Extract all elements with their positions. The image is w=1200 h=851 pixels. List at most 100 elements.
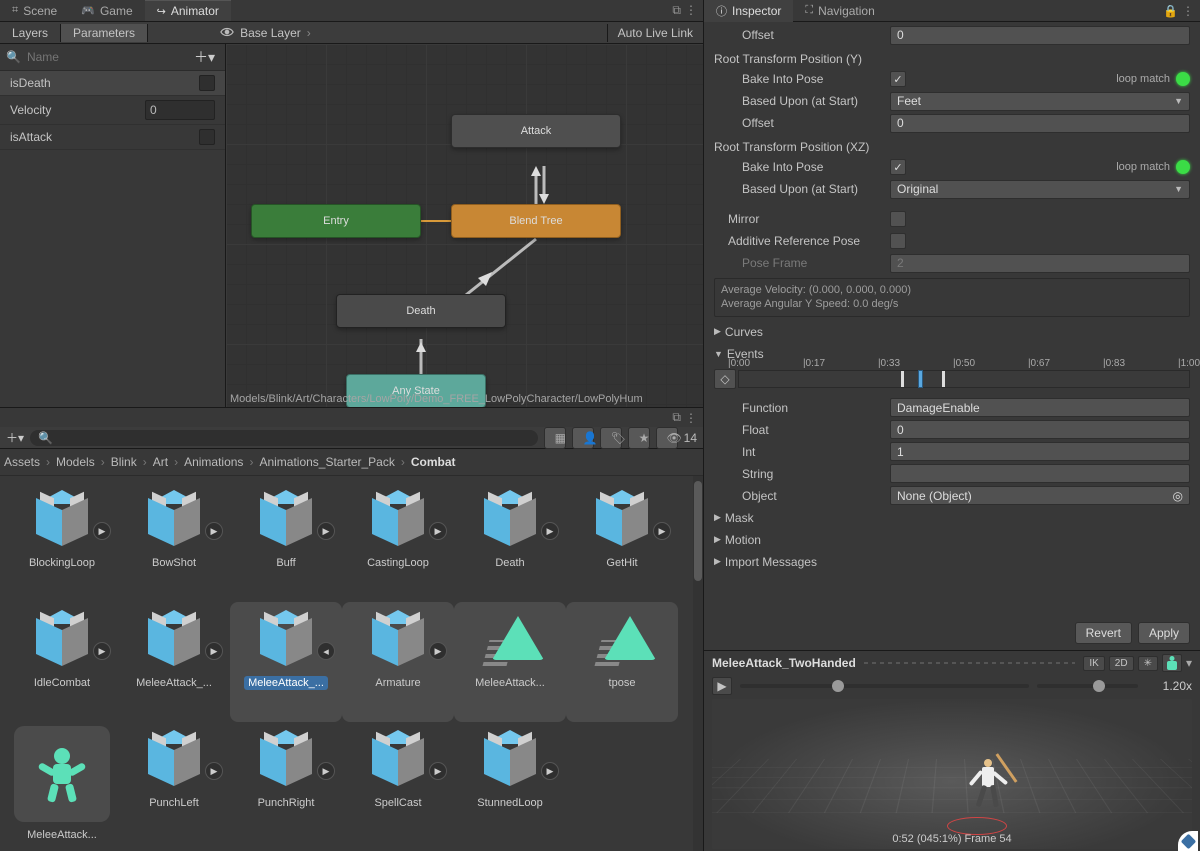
additive-checkbox[interactable] <box>890 233 906 249</box>
popout-icon[interactable]: ⧉ <box>672 410 681 425</box>
tab-navigation[interactable]: ⛶Navigation <box>793 1 886 21</box>
asset-item[interactable]: ▶ CastingLoop <box>342 482 454 602</box>
filter-by-label-icon[interactable]: 👤 <box>572 427 594 449</box>
param-checkbox[interactable] <box>199 129 215 145</box>
play-icon[interactable]: ▶ <box>429 762 447 780</box>
function-field[interactable]: DamageEnable <box>890 398 1190 417</box>
offset-field[interactable]: 0 <box>890 114 1190 133</box>
param-numberfield[interactable]: 0 <box>145 100 215 120</box>
base-layer-label[interactable]: Base Layer <box>240 26 301 40</box>
node-blendtree[interactable]: Blend Tree <box>451 204 621 238</box>
ik-toggle[interactable]: IK <box>1083 656 1104 671</box>
menu-icon[interactable]: ⋮ <box>685 3 697 18</box>
asset-item[interactable]: ▶ PunchRight <box>230 722 342 842</box>
asset-item[interactable]: ▶ Buff <box>230 482 342 602</box>
play-icon[interactable]: ▶ <box>205 642 223 660</box>
basedupon-dropdown[interactable]: Feet <box>890 92 1190 111</box>
model-icon[interactable] <box>1162 654 1182 672</box>
lock-icon[interactable]: 🔒 <box>1163 4 1178 18</box>
asset-item[interactable]: ▶ MeleeAttack_... <box>118 602 230 722</box>
bake-checkbox[interactable]: ✓ <box>890 159 906 175</box>
node-death[interactable]: Death <box>336 294 506 328</box>
offset-field[interactable]: 0 <box>890 26 1190 45</box>
object-field[interactable]: None (Object)◎ <box>890 486 1190 505</box>
event-marker[interactable] <box>901 371 904 387</box>
event-marker[interactable] <box>919 371 922 387</box>
popout-icon[interactable]: ⧉ <box>672 3 681 18</box>
filter-by-type-icon[interactable]: ▦ <box>544 427 566 449</box>
param-search-input[interactable] <box>27 50 184 64</box>
asset-item[interactable]: ▶ BlockingLoop <box>6 482 118 602</box>
asset-item[interactable]: ◂ MeleeAttack_... <box>230 602 342 722</box>
menu-icon[interactable]: ⋮ <box>1182 4 1194 18</box>
tab-animator[interactable]: ↪Animator <box>145 0 231 21</box>
asset-item[interactable]: ▶ GetHit <box>566 482 678 602</box>
chevron-down-icon[interactable]: ▾ <box>1186 656 1192 670</box>
asset-item[interactable]: ▶ PunchLeft <box>118 722 230 842</box>
play-icon[interactable]: ▶ <box>541 522 559 540</box>
menu-icon[interactable]: ⋮ <box>685 411 697 425</box>
param-isattack[interactable]: isAttack <box>0 125 225 150</box>
asset-item[interactable]: MeleeAttack... <box>454 602 566 722</box>
param-checkbox[interactable] <box>199 75 215 91</box>
object-picker-icon[interactable]: ◎ <box>1173 489 1183 503</box>
preview-scrubber[interactable] <box>740 684 1029 688</box>
param-velocity[interactable]: Velocity0 <box>0 96 225 125</box>
project-search-input[interactable] <box>53 432 530 444</box>
animator-graph[interactable]: Attack Entry Blend Tree Death Any State … <box>226 44 703 407</box>
play-icon[interactable]: ▶ <box>93 522 111 540</box>
crumb[interactable]: Animations_Starter_Pack <box>259 455 394 469</box>
2d-toggle[interactable]: 2D <box>1109 656 1134 671</box>
string-field[interactable] <box>890 464 1190 483</box>
parameters-tab[interactable]: Parameters <box>61 24 148 42</box>
speed-slider[interactable] <box>1037 684 1138 688</box>
crumb[interactable]: Art <box>153 455 168 469</box>
param-isdeath[interactable]: isDeath <box>0 71 225 96</box>
apply-button[interactable]: Apply <box>1138 622 1190 644</box>
create-button[interactable]: ＋▾ <box>6 429 24 446</box>
play-icon[interactable]: ▶ <box>541 762 559 780</box>
asset-item[interactable]: ▶ BowShot <box>118 482 230 602</box>
asset-item[interactable]: ▶ Death <box>454 482 566 602</box>
add-event-button[interactable]: ◇ <box>714 369 736 389</box>
fold-motion[interactable]: ▶Motion <box>714 529 1190 551</box>
asset-item[interactable]: tpose <box>566 602 678 722</box>
collapse-icon[interactable]: ◂ <box>317 642 335 660</box>
play-icon[interactable]: ▶ <box>317 762 335 780</box>
node-attack[interactable]: Attack <box>451 114 621 148</box>
event-marker[interactable] <box>942 371 945 387</box>
asset-item[interactable]: ▶ StunnedLoop <box>454 722 566 842</box>
project-search[interactable]: 🔍 <box>30 430 538 446</box>
layers-tab[interactable]: Layers <box>0 24 61 42</box>
asset-item[interactable]: ▶ SpellCast <box>342 722 454 842</box>
play-icon[interactable]: ▶ <box>205 522 223 540</box>
auto-live-link[interactable]: Auto Live Link <box>607 24 703 42</box>
fold-curves[interactable]: ▶Curves <box>714 321 1190 343</box>
int-field[interactable]: 1 <box>890 442 1190 461</box>
favorite-icon[interactable]: ★ <box>628 427 650 449</box>
tab-scene[interactable]: ⌗Scene <box>0 1 69 21</box>
mirror-checkbox[interactable] <box>890 211 906 227</box>
pivot-icon[interactable]: ✳ <box>1138 656 1158 671</box>
play-icon[interactable]: ▶ <box>93 642 111 660</box>
fold-mask[interactable]: ▶Mask <box>714 507 1190 529</box>
preview-viewport[interactable]: 0:52 (045:1%) Frame 54 <box>712 699 1192 849</box>
add-param-button[interactable]: ＋▾ <box>190 47 219 67</box>
eye-icon[interactable] <box>220 26 234 40</box>
event-timeline[interactable]: ◇ |0:00|0:17|0:33|0:50|0:67|0:83|1:00 <box>714 367 1190 391</box>
tab-game[interactable]: 🎮Game <box>69 1 144 21</box>
play-icon[interactable]: ▶ <box>317 522 335 540</box>
scrollbar[interactable] <box>693 476 703 851</box>
hidden-toggle-icon[interactable]: 👁 <box>656 427 678 449</box>
fold-import[interactable]: ▶Import Messages <box>714 551 1190 573</box>
crumb-current[interactable]: Combat <box>411 455 456 469</box>
save-search-icon[interactable]: 🏷 <box>600 427 622 449</box>
bake-checkbox[interactable]: ✓ <box>890 71 906 87</box>
asset-item[interactable]: ▶ IdleCombat <box>6 602 118 722</box>
play-icon[interactable]: ▶ <box>205 762 223 780</box>
crumb[interactable]: Animations <box>184 455 243 469</box>
play-icon[interactable]: ▶ <box>429 642 447 660</box>
node-entry[interactable]: Entry <box>251 204 421 238</box>
tab-inspector[interactable]: ⓘInspector <box>704 0 793 22</box>
play-icon[interactable]: ▶ <box>429 522 447 540</box>
